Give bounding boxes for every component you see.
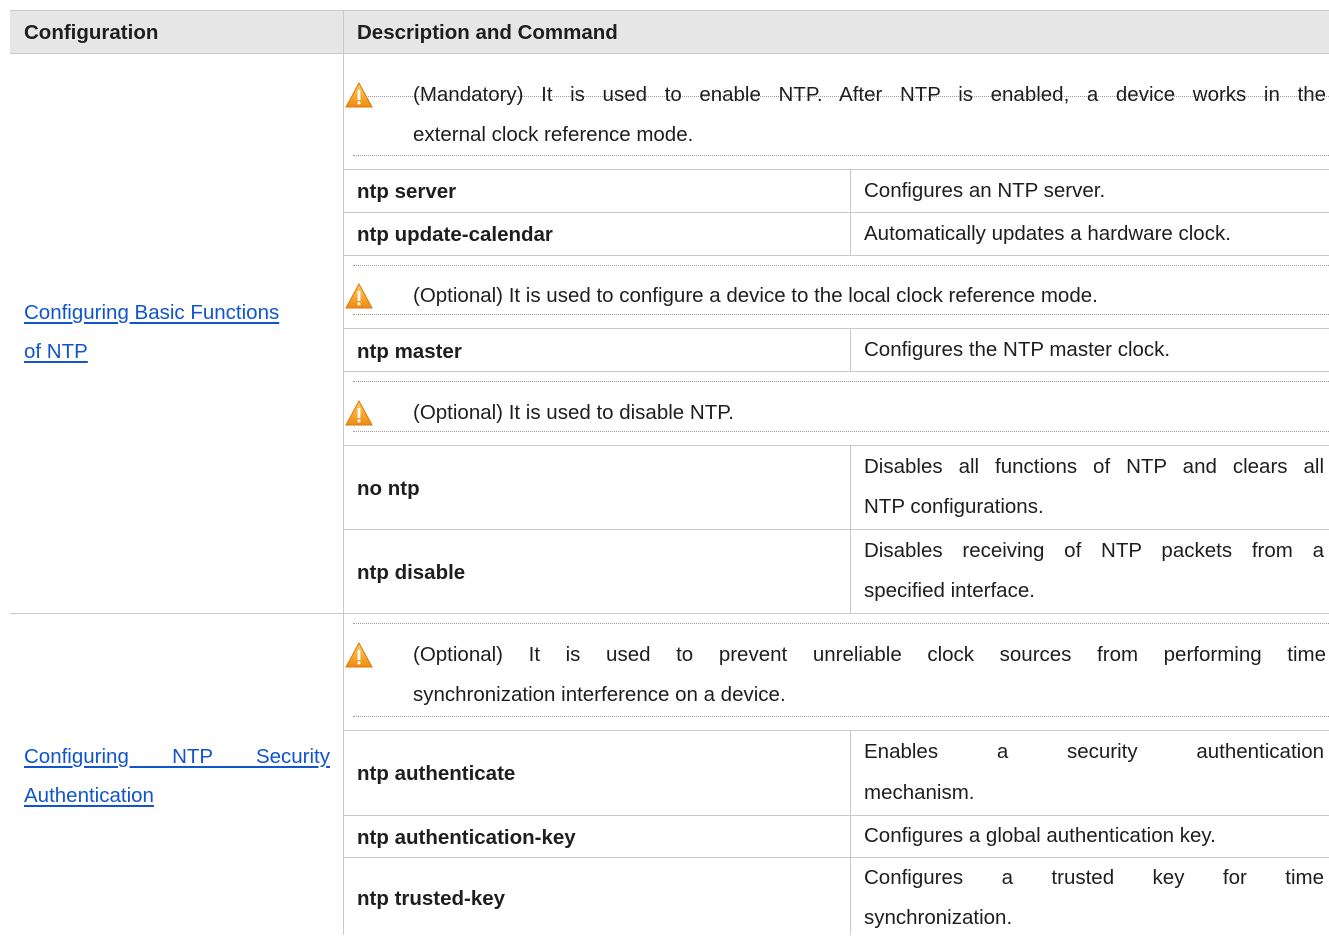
- description-ntp-update-calendar: Automatically updates a hardware clock.: [864, 222, 1231, 245]
- command-ntp-authenticate: ntp authenticate: [357, 762, 516, 785]
- note-mandatory-enable-ntp-line2: external clock reference mode.: [413, 123, 694, 146]
- description-ntp-trusted-key-line2: synchronization.: [864, 906, 1013, 929]
- description-ntp-authentication-key: Configures a global authentication key.: [864, 824, 1216, 847]
- description-ntp-authenticate: Enables a security authentication: [864, 740, 1324, 763]
- warning-triangle-icon: [345, 283, 373, 309]
- note-optional-disable-ntp: (Optional) It is used to disable NTP.: [413, 401, 734, 424]
- description-ntp-trusted-key: Configures a trusted key for time: [864, 866, 1324, 889]
- command-ntp-update-calendar: ntp update-calendar: [357, 223, 553, 246]
- description-ntp-authenticate-line2: mechanism.: [864, 781, 975, 804]
- command-ntp-authentication-key: ntp authentication-key: [357, 826, 576, 849]
- note-optional-prevent-unreliable-clock: (Optional) It is used to prevent unrelia…: [413, 643, 1326, 666]
- description-no-ntp: Disables all functions of NTP and clears…: [864, 455, 1324, 478]
- description-ntp-disable: Disables receiving of NTP packets from a: [864, 539, 1324, 562]
- command-ntp-disable: ntp disable: [357, 561, 466, 584]
- header-description-and-command: Description and Command: [357, 21, 618, 44]
- description-ntp-disable-line2: specified interface.: [864, 579, 1035, 602]
- warning-triangle-icon: [345, 82, 373, 108]
- description-no-ntp-line2: NTP configurations.: [864, 495, 1044, 518]
- ntp-configuration-table: Configuration Description and Command Co…: [10, 10, 1329, 935]
- table-header: Configuration Description and Command: [10, 10, 1329, 54]
- configuring-ntp-security-authentication-link[interactable]: Configuring NTP Security Authentication: [24, 737, 330, 815]
- command-ntp-trusted-key: ntp trusted-key: [357, 887, 506, 910]
- command-ntp-master: ntp master: [357, 340, 462, 363]
- note-mandatory-enable-ntp: (Mandatory) It is used to enable NTP. Af…: [413, 83, 1326, 106]
- warning-triangle-icon: [345, 642, 373, 668]
- header-configuration: Configuration: [24, 21, 159, 44]
- note-optional-local-clock: (Optional) It is used to configure a dev…: [413, 284, 1098, 307]
- warning-triangle-icon: [345, 400, 373, 426]
- command-no-ntp: no ntp: [357, 477, 420, 500]
- description-ntp-master: Configures the NTP master clock.: [864, 338, 1171, 361]
- description-ntp-server: Configures an NTP server.: [864, 179, 1106, 202]
- command-ntp-server: ntp server: [357, 180, 457, 203]
- note-optional-prevent-unreliable-clock-line2: synchronization interference on a device…: [413, 683, 786, 706]
- configuring-basic-functions-of-ntp-link[interactable]: Configuring Basic Functions of NTP: [24, 293, 279, 371]
